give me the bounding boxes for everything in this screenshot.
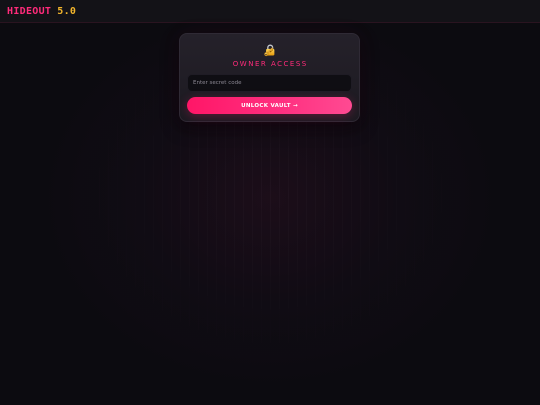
unlock-vault-button[interactable]: UNLOCK VAULT →	[187, 97, 352, 114]
logo-version: 5.0	[57, 5, 77, 17]
owner-access-card: OWNER ACCESS UNLOCK VAULT →	[179, 33, 360, 122]
secret-code-input[interactable]	[187, 74, 352, 92]
top-bar: HIDEOUT 5.0	[0, 0, 540, 23]
app-logo: HIDEOUT 5.0	[7, 0, 76, 22]
logo-wordmark: HIDEOUT	[7, 5, 52, 17]
card-title: OWNER ACCESS	[232, 60, 308, 68]
key-bow-hole	[265, 53, 267, 56]
lock-with-key-icon	[263, 43, 277, 57]
lock-with-key-graphic	[264, 44, 275, 57]
